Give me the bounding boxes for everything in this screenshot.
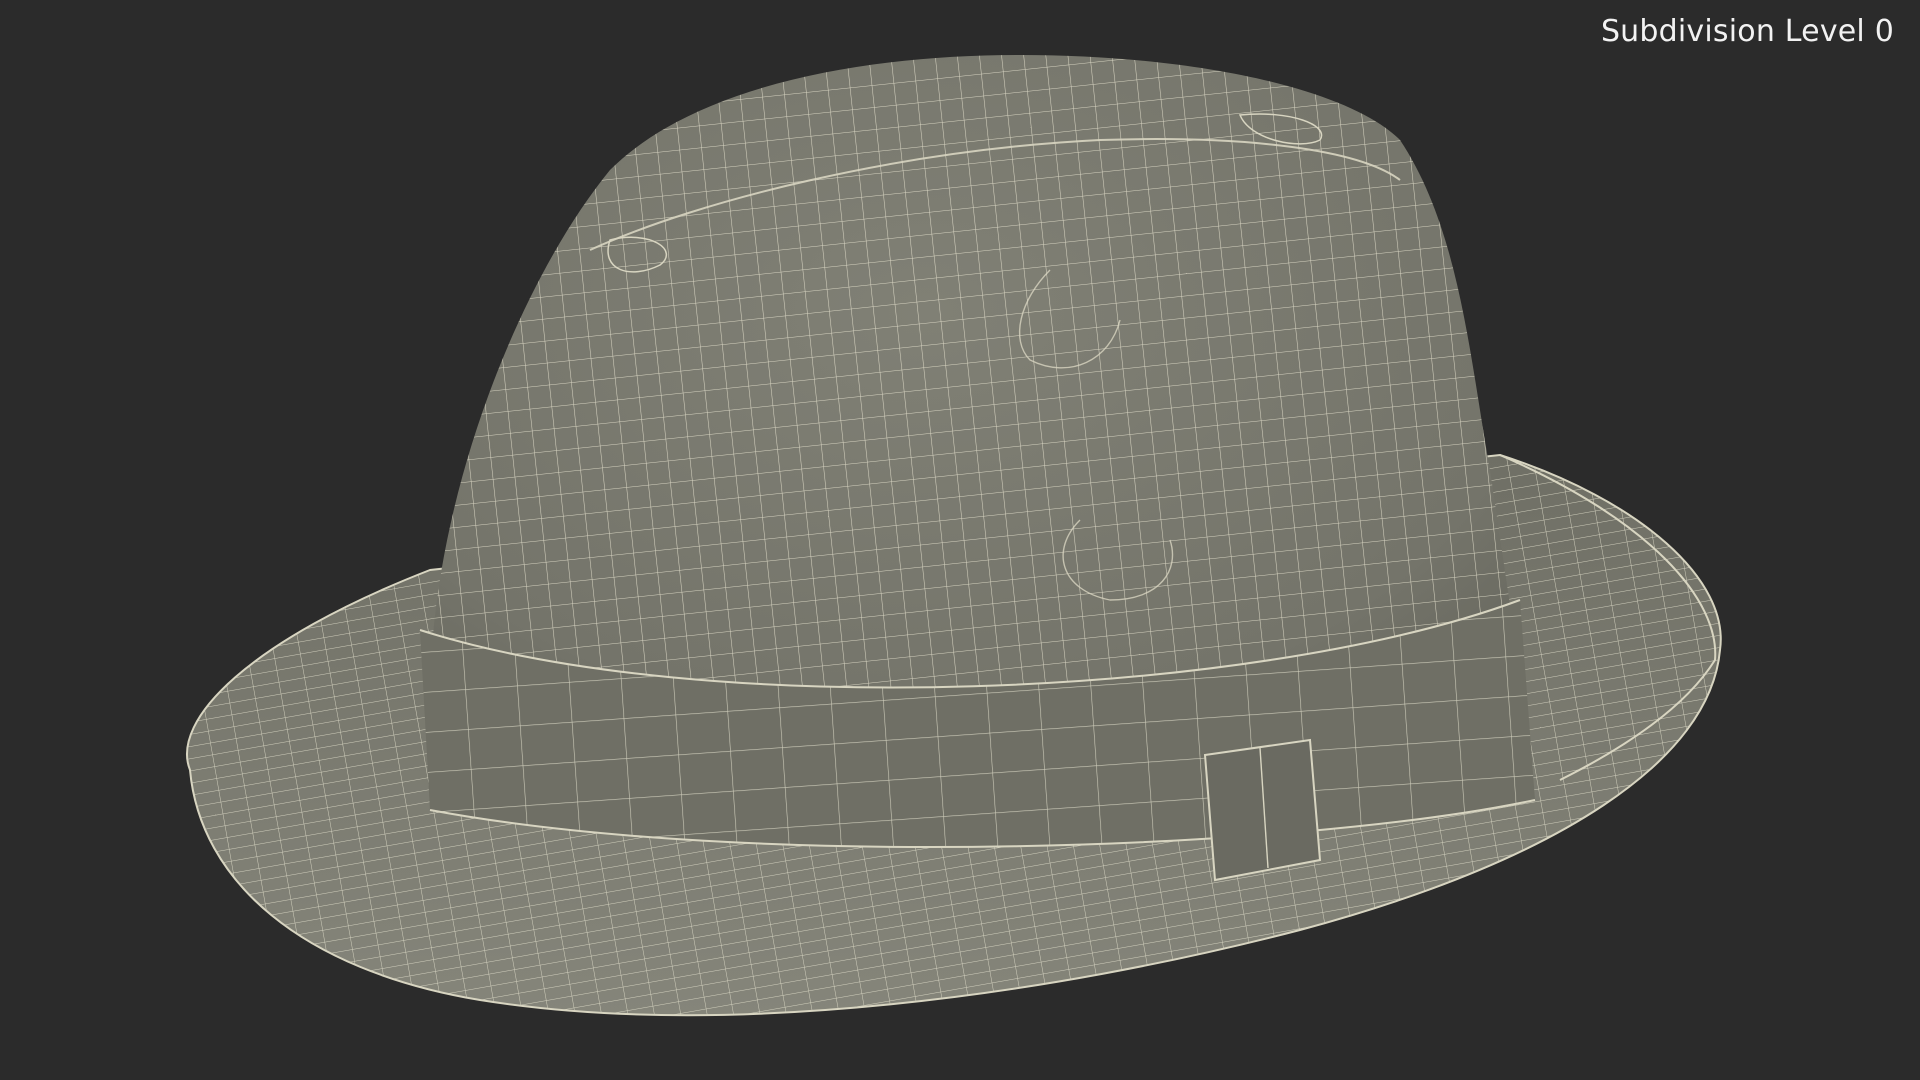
3d-viewport[interactable]: Subdivision Level 0 <box>0 0 1920 1080</box>
subdivision-level-label: Subdivision Level 0 <box>1600 14 1894 49</box>
fedora-hat-wireframe-icon <box>186 55 1722 1017</box>
